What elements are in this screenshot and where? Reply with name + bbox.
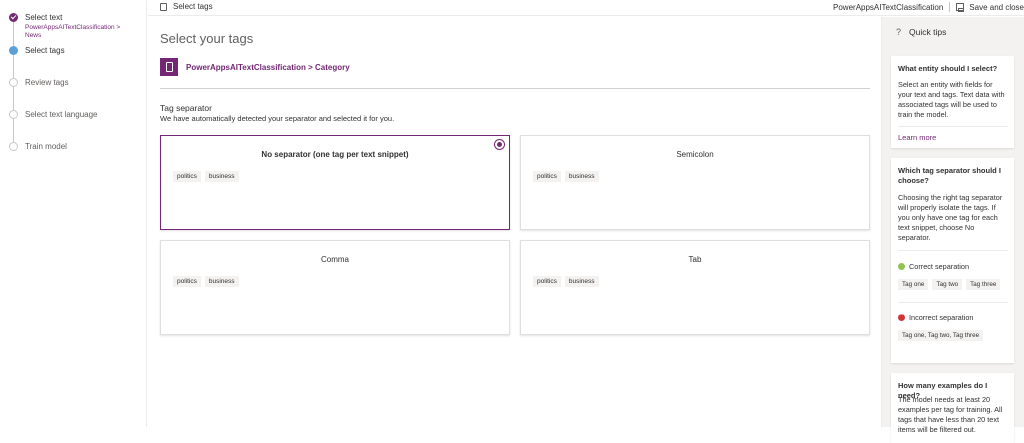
tip-body: Select an entity with fields for your te… <box>898 80 1005 119</box>
tag-chip: politics <box>533 171 561 182</box>
tip-body: Choosing the right tag separator will pr… <box>898 193 1003 242</box>
separator-option-none[interactable]: No separator (one tag per text snippet) … <box>160 135 510 230</box>
correct-label: Correct separation <box>909 262 970 271</box>
option-title: Semicolon <box>676 150 714 159</box>
tip-body: The model needs at least 20 examples per… <box>898 395 1003 434</box>
divider <box>949 2 951 12</box>
breadcrumb: Select tags <box>160 2 213 11</box>
wizard-stepper: Select text PowerAppsAITextClassificatio… <box>0 0 147 427</box>
divider <box>898 302 1008 303</box>
save-and-close-button[interactable]: Save and close <box>956 3 1024 12</box>
step-pending-icon <box>9 78 18 87</box>
tip-card-entity: What entity should I select? Select an e… <box>891 56 1014 148</box>
success-check-icon <box>898 263 905 270</box>
tag-chip: business <box>564 276 599 287</box>
tag-chip: Tag one <box>898 279 929 290</box>
save-and-close-label: Save and close <box>969 2 1024 12</box>
main-content: Select your tags PowerAppsAITextClassifi… <box>148 17 880 427</box>
correct-separation: Correct separation <box>898 262 969 271</box>
divider <box>898 250 1008 251</box>
step-complete-icon <box>9 13 18 22</box>
separator-option-semicolon[interactable]: Semicolon politics business <box>520 135 870 230</box>
tag-chip: politics <box>173 171 201 182</box>
incorrect-separation: Incorrect separation <box>898 311 974 322</box>
tag-list: politics business <box>533 276 599 287</box>
tag-chip: business <box>204 276 239 287</box>
stepper-connector <box>13 119 14 142</box>
step-label: Review tags <box>25 78 69 87</box>
tag-chip: politics <box>173 276 201 287</box>
error-x-icon <box>898 311 905 321</box>
entity-icon <box>160 58 178 76</box>
step-current-icon <box>9 46 18 55</box>
option-title: Tab <box>688 255 702 264</box>
page-title: Select your tags <box>160 31 254 46</box>
tag-chip: Tag three <box>966 279 1001 290</box>
option-title: Comma <box>320 255 349 264</box>
step-label: Train model <box>25 142 67 151</box>
radio-selected-icon[interactable] <box>494 139 505 150</box>
stepper-connector <box>13 55 14 78</box>
incorrect-label: Incorrect separation <box>909 313 974 322</box>
entity-path-label: PowerAppsAITextClassification > Category <box>186 62 350 72</box>
stepper-connector <box>13 87 14 110</box>
quick-tips-title: Quick tips <box>909 27 947 37</box>
section-description: We have automatically detected your sepa… <box>160 114 395 123</box>
step-pending-icon <box>9 110 18 119</box>
step-label: Select text <box>25 13 63 22</box>
tag-chip: Tag two <box>932 279 963 290</box>
step-label: Select text language <box>25 110 98 119</box>
save-icon <box>956 3 965 12</box>
entity-icon <box>160 2 167 11</box>
tag-list: politics business <box>173 171 239 182</box>
option-title: No separator (one tag per text snippet) <box>261 150 409 159</box>
step-pending-icon <box>9 142 18 151</box>
step-label: Select tags <box>25 46 65 55</box>
tag-list: politics business <box>533 171 599 182</box>
incorrect-tag-list: Tag one, Tag two, Tag three <box>898 330 984 341</box>
top-bar: Select tags PowerAppsAITextClassificatio… <box>148 0 1024 16</box>
quick-tips-panel: ? Quick tips What entity should I select… <box>881 17 1024 443</box>
divider <box>160 88 870 89</box>
stepper-connector <box>13 22 14 46</box>
separator-option-tab[interactable]: Tab politics business <box>520 240 870 335</box>
tip-card-examples: How many examples do I need? The model n… <box>891 373 1014 443</box>
tip-title: Which tag separator should I choose? <box>898 166 1001 185</box>
tag-chip: business <box>204 171 239 182</box>
tip-title: What entity should I select? <box>898 64 998 73</box>
step-sublabel: PowerAppsAITextClassification > News <box>25 24 121 39</box>
tag-chip: business <box>564 171 599 182</box>
help-icon: ? <box>896 27 902 37</box>
tip-card-separator: Which tag separator should I choose? Cho… <box>891 158 1014 363</box>
separator-option-comma[interactable]: Comma politics business <box>160 240 510 335</box>
entity-path: PowerAppsAITextClassification > Category <box>160 58 350 76</box>
top-bar-actions: PowerAppsAITextClassification Save and c… <box>833 2 1024 12</box>
correct-tag-list: Tag one Tag two Tag three <box>898 279 1001 290</box>
tag-list: politics business <box>173 276 239 287</box>
divider <box>898 126 1008 127</box>
entity-name: PowerAppsAITextClassification <box>833 2 944 12</box>
learn-more-link[interactable]: Learn more <box>898 133 936 142</box>
section-title: Tag separator <box>160 103 212 113</box>
tag-chip: Tag one, Tag two, Tag three <box>898 330 984 341</box>
tag-chip: politics <box>533 276 561 287</box>
quick-tips-header: ? Quick tips <box>896 27 946 37</box>
breadcrumb-current: Select tags <box>173 2 213 11</box>
